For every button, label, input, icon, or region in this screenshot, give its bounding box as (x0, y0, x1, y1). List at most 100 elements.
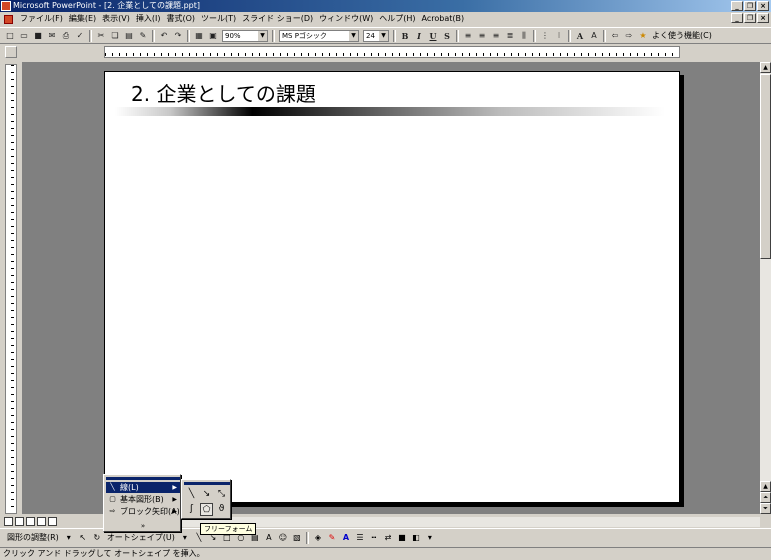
line-icon[interactable]: ╲ (185, 488, 198, 501)
undo-icon[interactable]: ↶ (158, 30, 170, 42)
3d-style-icon[interactable]: ◧ (410, 532, 422, 544)
previous-slide-icon[interactable]: ⏶ (760, 492, 771, 503)
scroll-up-icon[interactable]: ▲ (760, 62, 771, 73)
menu-window[interactable]: ウィンドウ(W) (316, 12, 376, 26)
underline-icon[interactable]: U (427, 30, 439, 42)
menu-edit[interactable]: 編集(E) (66, 12, 99, 26)
align-center-icon[interactable]: ≡ (476, 30, 488, 42)
powerpoint-app-icon[interactable] (1, 1, 11, 11)
menu-help[interactable]: ヘルプ(H) (376, 12, 418, 26)
email-icon[interactable]: ✉ (46, 30, 58, 42)
chevron-down-icon[interactable]: ▼ (258, 30, 267, 41)
chart-icon[interactable]: ▦ (193, 30, 205, 42)
justify-icon[interactable]: ≣ (504, 30, 516, 42)
cut-icon[interactable]: ✂ (95, 30, 107, 42)
freeform-icon[interactable]: ⬠ (200, 503, 213, 516)
chevron-down-icon[interactable]: ▾ (424, 532, 436, 544)
picture-icon[interactable]: ▧ (291, 532, 303, 544)
menu-view[interactable]: 表示(V) (99, 12, 133, 26)
vertical-scrollbar[interactable]: ▲ ▲ ⏶ ⏷ (760, 62, 771, 514)
fill-color-icon[interactable]: ◈ (312, 532, 324, 544)
menu-expand-icon[interactable]: » (106, 521, 180, 531)
dash-style-icon[interactable]: ┅ (368, 532, 380, 544)
curve-icon[interactable]: ʃ (185, 503, 198, 516)
chevron-down-icon[interactable]: ▾ (63, 532, 75, 544)
menu-item-block-arrows[interactable]: ⇨ ブロック矢印(A) ▶ (106, 506, 180, 517)
menu-format[interactable]: 書式(O) (163, 12, 198, 26)
submenu-drag-handle[interactable] (184, 482, 230, 485)
increase-font-icon[interactable]: A (574, 30, 586, 42)
free-rotate-icon[interactable]: ↻ (91, 532, 103, 544)
clipart-icon[interactable]: ☺ (277, 532, 289, 544)
slide-sorter-icon[interactable] (37, 516, 46, 526)
bullets-icon[interactable]: ⁝ (553, 30, 565, 42)
scroll-down-icon[interactable]: ▲ (760, 481, 771, 492)
slide-view-icon[interactable] (26, 516, 35, 526)
chevron-down-icon[interactable]: ▾ (179, 532, 191, 544)
menu-item-basic-shapes[interactable]: ▢ 基本図形(B) ▶ (106, 494, 180, 505)
table-icon[interactable]: ▣ (207, 30, 219, 42)
menu-drag-handle[interactable] (106, 477, 180, 480)
font-name-select[interactable]: MS Pゴシック ▼ (279, 29, 359, 42)
minimize-button[interactable]: _ (731, 1, 743, 11)
menu-insert[interactable]: 挿入(I) (133, 12, 164, 26)
chevron-down-icon[interactable]: ▼ (379, 30, 388, 41)
line-style-icon[interactable]: ☰ (354, 532, 366, 544)
window-title-bar[interactable]: Microsoft PowerPoint - [2. 企業としての課題.ppt]… (0, 0, 771, 12)
zoom-select[interactable]: 90% ▼ (222, 29, 268, 42)
wordart-icon[interactable]: A (263, 532, 275, 544)
doc-close-button[interactable]: × (757, 13, 769, 23)
horizontal-ruler[interactable] (104, 46, 680, 58)
distribute-icon[interactable]: ⫼ (518, 30, 530, 42)
restore-button[interactable]: ❐ (744, 1, 756, 11)
new-icon[interactable]: □ (4, 30, 16, 42)
normal-view-icon[interactable] (4, 516, 13, 526)
align-right-icon[interactable]: ≡ (490, 30, 502, 42)
star-icon[interactable]: ★ (637, 30, 649, 42)
shadow-icon[interactable]: S (441, 30, 453, 42)
double-arrow-icon[interactable]: ⤡ (215, 488, 228, 501)
line-color-icon[interactable]: ✎ (326, 532, 338, 544)
slide-title[interactable]: 2. 企業としての課題 (131, 78, 316, 107)
menu-file[interactable]: ファイル(F) (17, 12, 66, 26)
scroll-thumb[interactable] (760, 74, 771, 259)
promote-icon[interactable]: ⇦ (609, 30, 621, 42)
vertical-ruler[interactable] (5, 64, 17, 514)
next-slide-icon[interactable]: ⏷ (760, 503, 771, 514)
paste-icon[interactable]: ▤ (123, 30, 135, 42)
decrease-font-icon[interactable]: A (588, 30, 600, 42)
close-button[interactable]: × (757, 1, 769, 11)
autoshape-menu-button[interactable]: オートシェイプ(U) (107, 532, 175, 543)
numbering-icon[interactable]: ⋮ (539, 30, 551, 42)
font-size-select[interactable]: 24 ▼ (363, 29, 389, 42)
slideshow-icon[interactable] (48, 516, 57, 526)
format-painter-icon[interactable]: ✎ (137, 30, 149, 42)
outline-view-icon[interactable] (15, 516, 24, 526)
doc-restore-button[interactable]: ❐ (744, 13, 756, 23)
horizontal-scrollbar[interactable] (180, 517, 760, 527)
menu-slideshow[interactable]: スライド ショー(D) (239, 12, 316, 26)
common-tasks-button[interactable]: よく使う機能(C) (652, 30, 712, 41)
select-arrow-icon[interactable]: ↖ (77, 532, 89, 544)
scribble-icon[interactable]: ϑ (215, 503, 228, 516)
shadow-style-icon[interactable]: ■ (396, 532, 408, 544)
doc-minimize-button[interactable]: _ (731, 13, 743, 23)
draw-menu-button[interactable]: 図形の調整(R) (7, 532, 59, 543)
print-icon[interactable]: ⎙ (60, 30, 72, 42)
bold-icon[interactable]: B (399, 30, 411, 42)
arrow-style-icon[interactable]: ⇄ (382, 532, 394, 544)
save-icon[interactable]: ■ (32, 30, 44, 42)
font-color-icon[interactable]: A (340, 532, 352, 544)
arrow-icon[interactable]: ↘ (200, 488, 213, 501)
spelling-icon[interactable]: ✓ (74, 30, 86, 42)
demote-icon[interactable]: ⇨ (623, 30, 635, 42)
italic-icon[interactable]: I (413, 30, 425, 42)
chevron-down-icon[interactable]: ▼ (349, 30, 358, 41)
copy-icon[interactable]: ❏ (109, 30, 121, 42)
open-icon[interactable]: ▭ (18, 30, 30, 42)
redo-icon[interactable]: ↷ (172, 30, 184, 42)
slide-canvas[interactable]: 2. 企業としての課題 (104, 71, 680, 503)
menu-tools[interactable]: ツール(T) (198, 12, 239, 26)
document-icon[interactable] (4, 14, 13, 24)
menu-acrobat[interactable]: Acrobat(B) (419, 12, 468, 26)
